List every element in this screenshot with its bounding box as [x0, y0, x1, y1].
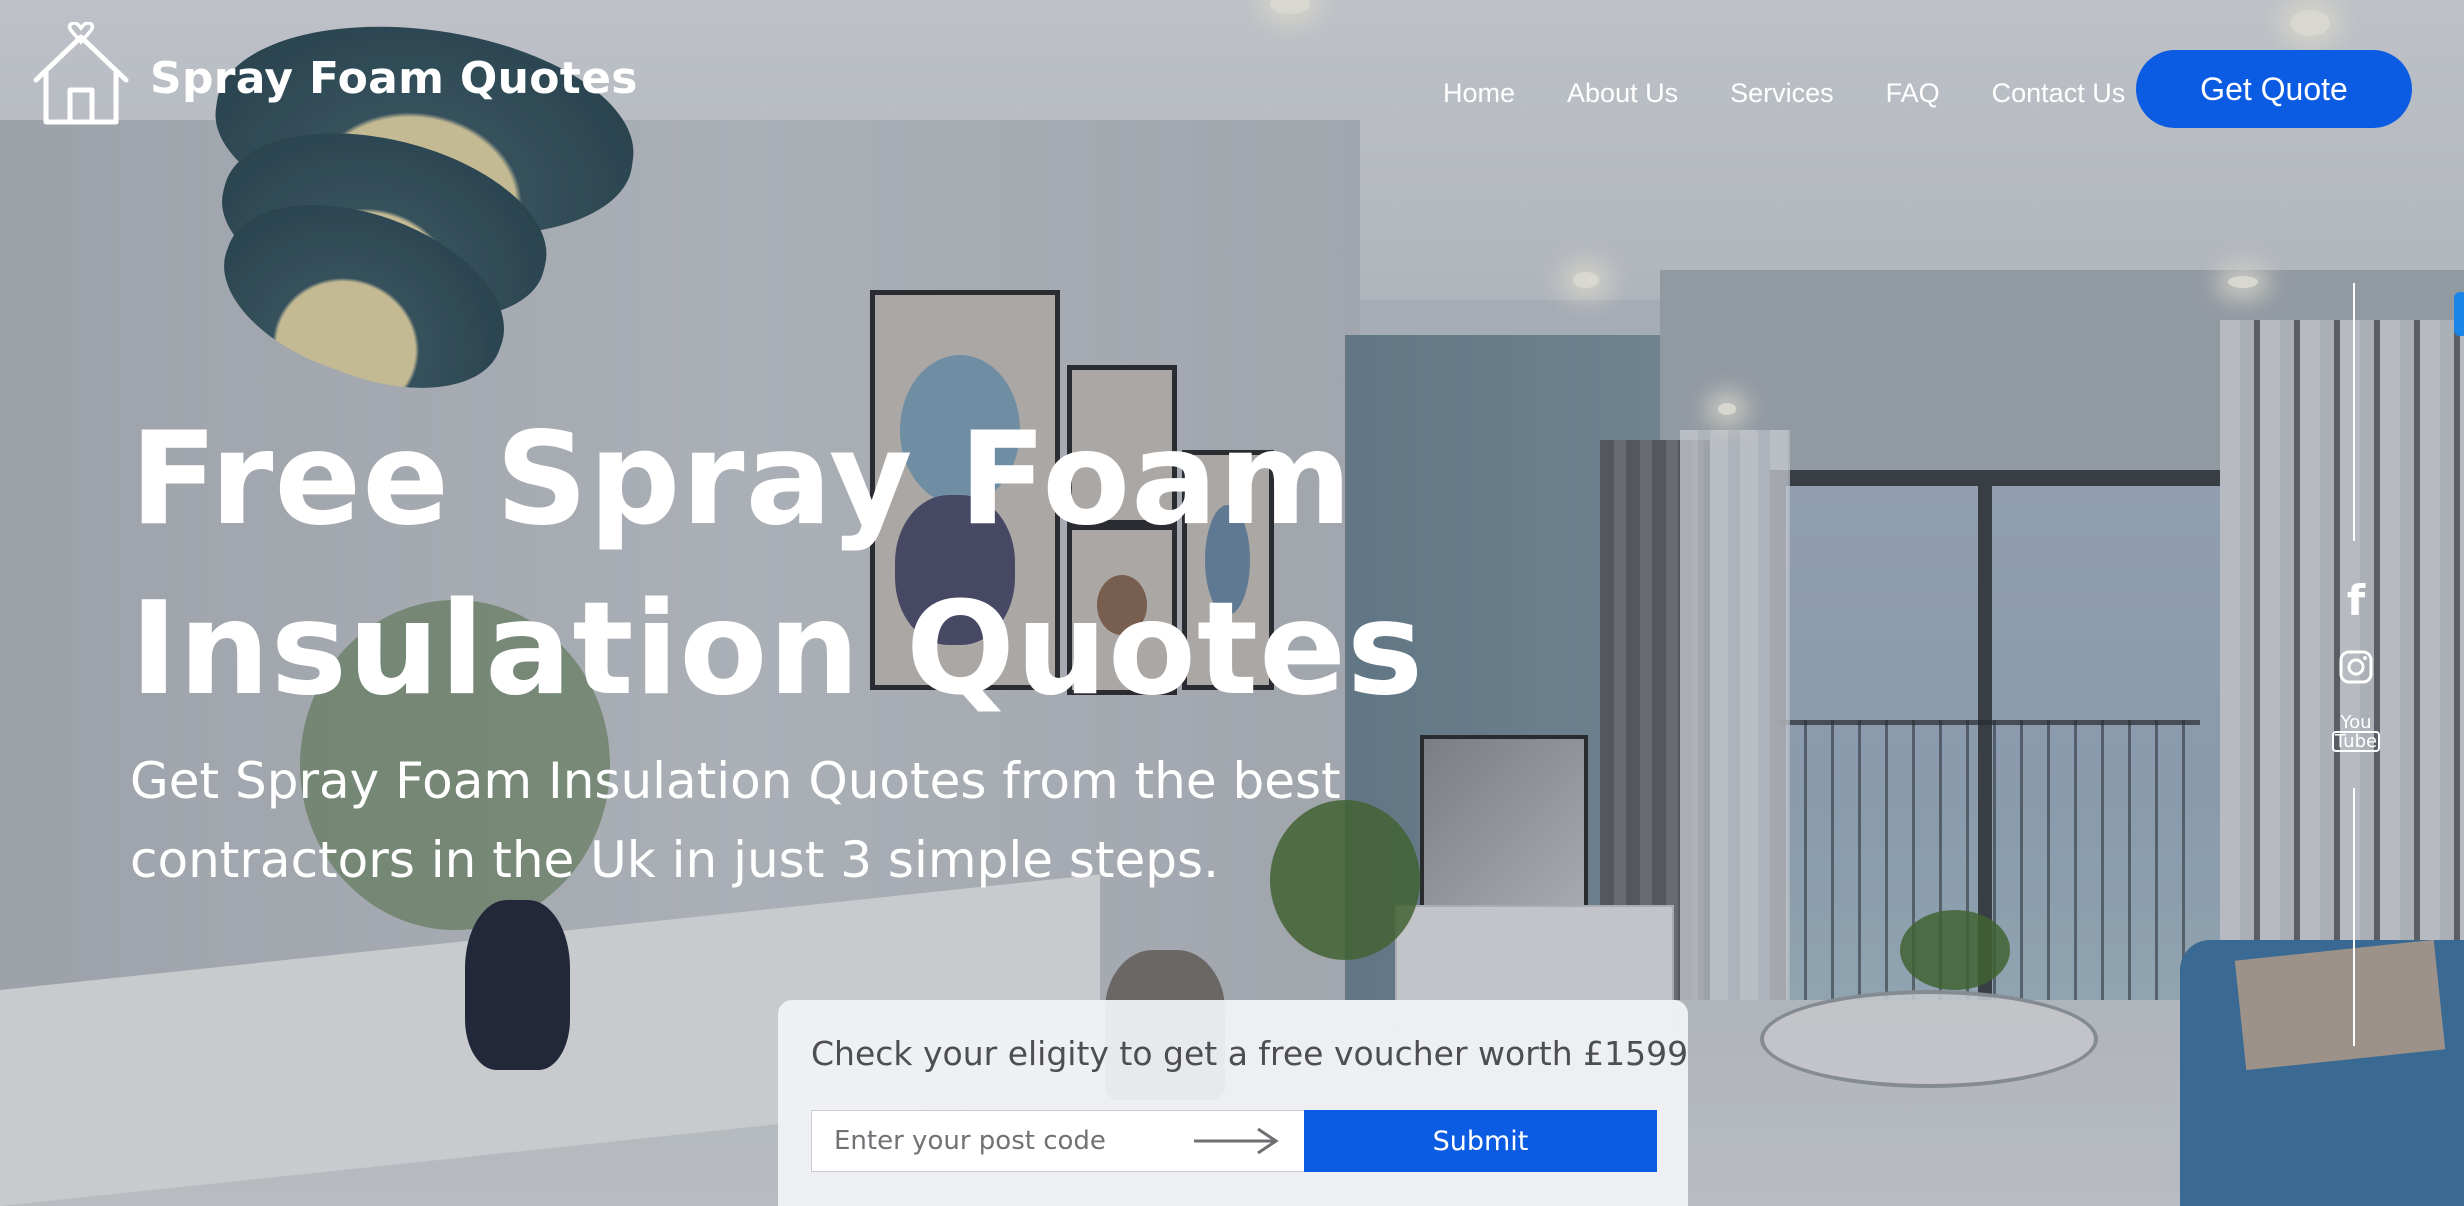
side-tab[interactable] [2454, 292, 2464, 336]
social-divider-bottom [2353, 788, 2355, 1046]
hero-subtitle-line-1: Get Spray Foam Insulation Quotes from th… [130, 752, 1341, 810]
get-quote-button[interactable]: Get Quote [2136, 50, 2412, 128]
nav-about-us[interactable]: About Us [1567, 78, 1678, 109]
hero-subtitle: Get Spray Foam Insulation Quotes from th… [130, 742, 1590, 900]
submit-button[interactable]: Submit [1304, 1110, 1657, 1172]
youtube-icon[interactable]: You Tube [2331, 705, 2381, 761]
arrow-right-icon [1194, 1127, 1279, 1155]
main-nav: Home About Us Services FAQ Contact Us [1443, 78, 2125, 109]
nav-contact-us[interactable]: Contact Us [1992, 78, 2126, 109]
postcode-input[interactable] [832, 1125, 1176, 1157]
instagram-icon[interactable] [2336, 645, 2376, 689]
youtube-icon-text-top: You [2340, 712, 2372, 733]
facebook-icon[interactable]: f [2336, 575, 2376, 625]
hero-title: Free Spray Foam Insulation Quotes [130, 395, 1530, 735]
postcode-field[interactable] [811, 1110, 1306, 1172]
youtube-icon-text-bottom: Tube [2331, 731, 2381, 752]
nav-faq[interactable]: FAQ [1886, 78, 1940, 109]
hero-title-line-1: Free Spray Foam [130, 405, 1353, 554]
social-divider-top [2353, 283, 2355, 541]
brand-name: Spray Foam Quotes [150, 52, 638, 104]
hero-title-line-2: Insulation Quotes [130, 575, 1425, 724]
hero-subtitle-line-2: contractors in the Uk in just 3 simple s… [130, 831, 1219, 889]
house-icon [33, 22, 129, 125]
site-logo[interactable]: Spray Foam Quotes [28, 22, 638, 128]
eligibility-form-card: Check your eligity to get a free voucher… [778, 1000, 1688, 1206]
eligibility-form-title: Check your eligity to get a free voucher… [811, 1034, 1689, 1073]
nav-home[interactable]: Home [1443, 78, 1515, 109]
nav-services[interactable]: Services [1730, 78, 1834, 109]
